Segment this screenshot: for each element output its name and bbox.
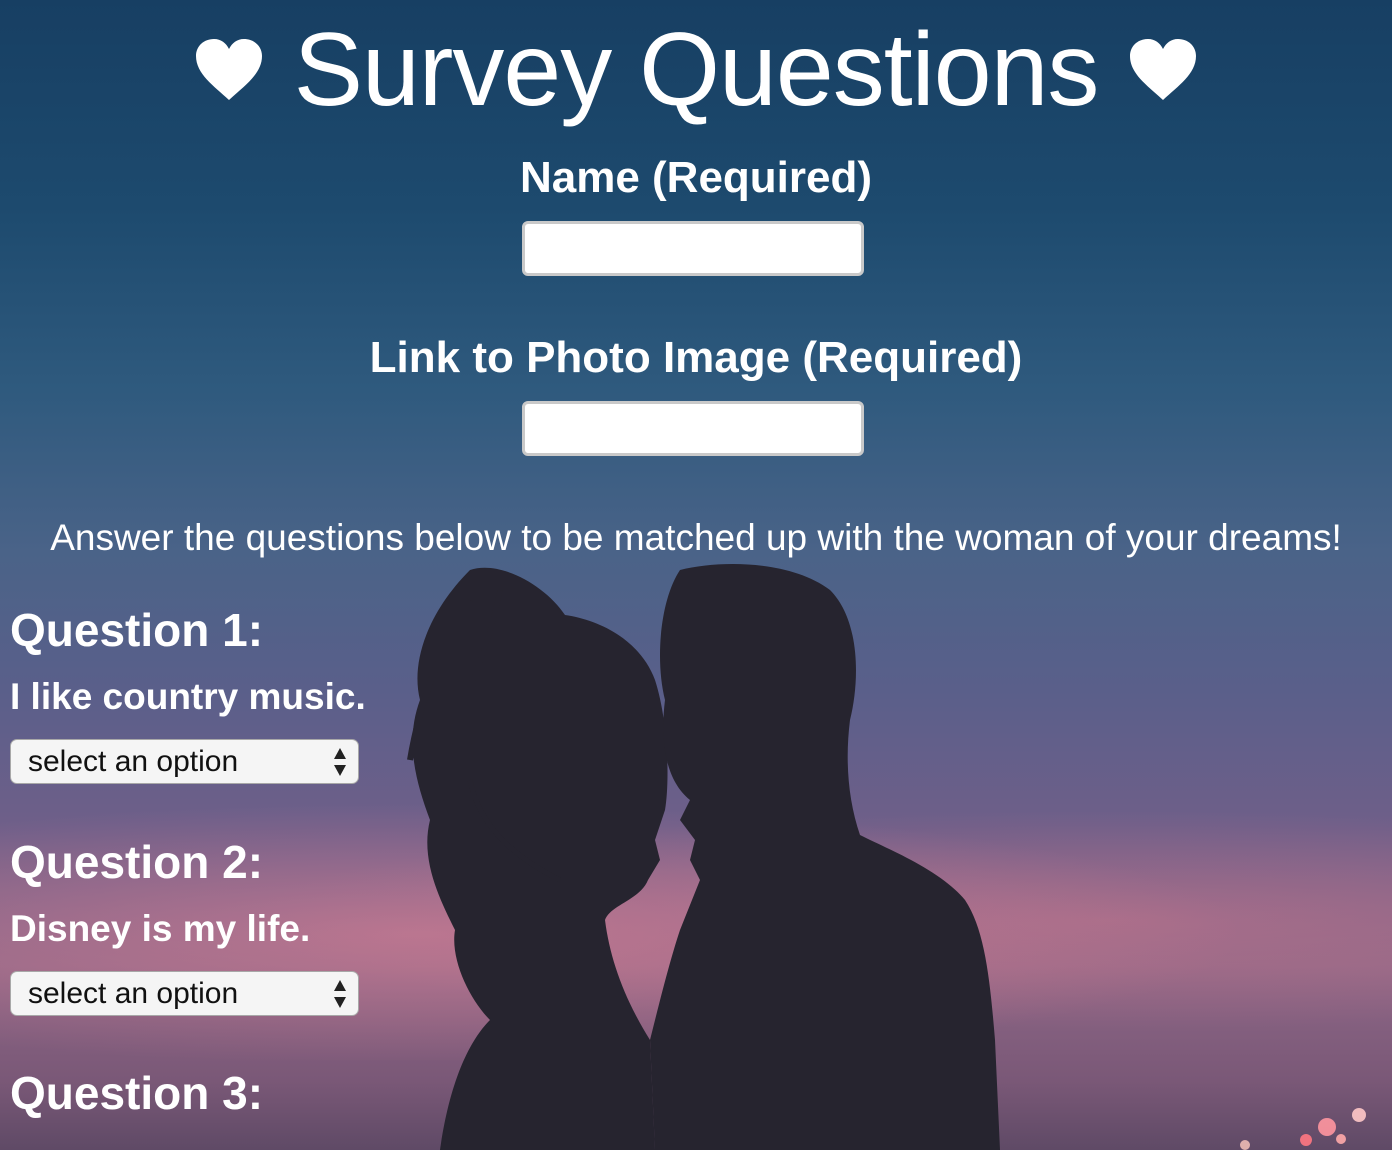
question-2-select-value: select an option	[28, 977, 239, 1010]
intro-text: Answer the questions below to be matched…	[50, 517, 1342, 558]
page-title-text: Survey Questions	[293, 12, 1100, 128]
heart-icon	[1130, 38, 1197, 100]
question-3-heading: Question 3:	[10, 1067, 264, 1119]
survey-form: Survey Questions Name (Required) Link to…	[0, 0, 1392, 1150]
name-label: Name (Required)	[519, 153, 873, 202]
question-1-select[interactable]: select an option	[10, 739, 359, 784]
page-title: Survey Questions	[0, 14, 1392, 126]
heart-icon	[195, 38, 262, 100]
name-field[interactable]	[522, 221, 864, 276]
question-1-text: I like country music.	[10, 676, 366, 717]
question-1-heading: Question 1:	[10, 604, 264, 656]
question-2-select[interactable]: select an option	[10, 971, 359, 1016]
photo-link-field[interactable]	[522, 401, 864, 456]
question-1-select-value: select an option	[28, 745, 239, 778]
question-2-text: Disney is my life.	[10, 908, 311, 949]
question-2-heading: Question 2:	[10, 836, 264, 888]
select-arrows-icon	[334, 748, 346, 776]
photo-link-label: Link to Photo Image (Required)	[369, 333, 1023, 382]
select-arrows-icon	[334, 980, 346, 1008]
